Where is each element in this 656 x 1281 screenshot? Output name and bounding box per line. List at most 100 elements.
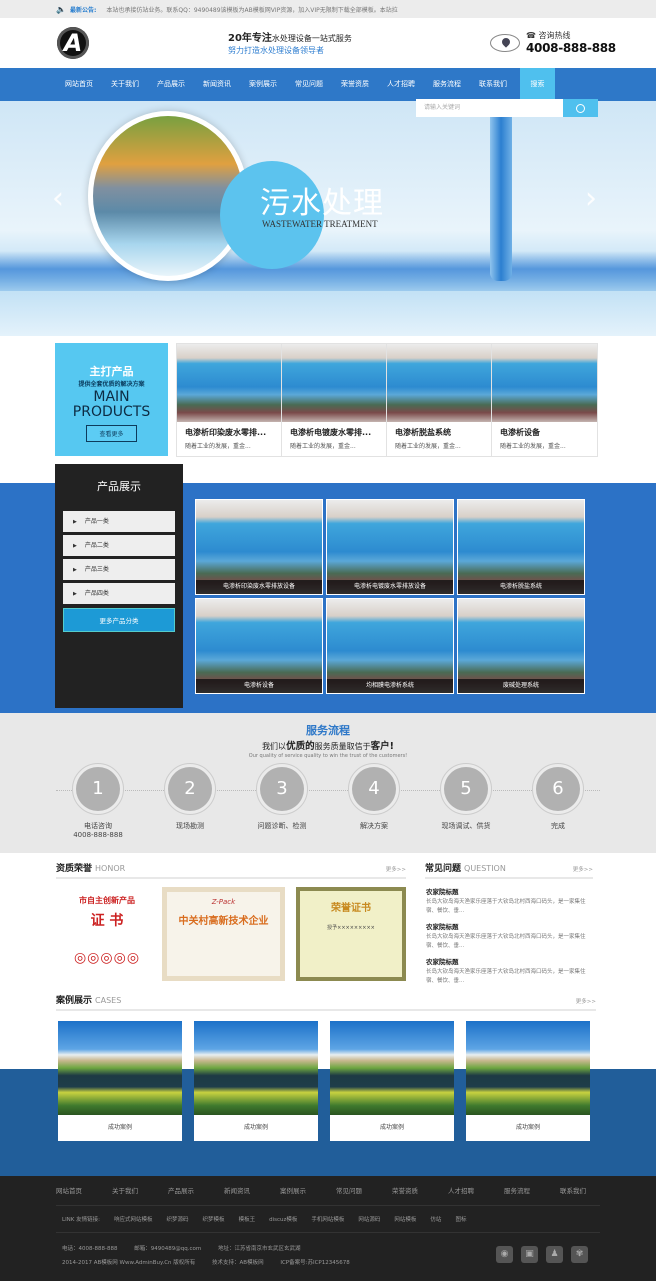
logo[interactable]: A: [57, 27, 89, 59]
product-title[interactable]: 电渗析电镀废水零排...: [282, 422, 386, 438]
product-caption[interactable]: 电渗析电镀废水零排放设备: [327, 580, 453, 594]
category-item[interactable]: ▶ 产品二类: [63, 535, 175, 556]
product-image[interactable]: [492, 344, 597, 422]
footer-nav-link[interactable]: 案例展示: [280, 1185, 306, 1195]
nav-contact[interactable]: 联系我们: [470, 68, 516, 101]
product-image[interactable]: [282, 344, 386, 422]
step-number: 5: [444, 767, 488, 811]
friend-link[interactable]: 模板王: [239, 1215, 256, 1223]
nav-news[interactable]: 新闻资讯: [194, 68, 240, 101]
wechat-icon[interactable]: ▣: [521, 1246, 538, 1263]
nav-cases[interactable]: 案例展示: [240, 68, 286, 101]
product-card[interactable]: 电渗析脱盐系统 随着工业的发展，重金...: [387, 344, 492, 456]
faq-item[interactable]: 农家院标题 长岛大钦岛海天渔家乐座落于大钦岛北村西海口码头，是一家集住宿、餐饮、垂…: [426, 886, 591, 916]
category-item[interactable]: ▶ 产品四类: [63, 583, 175, 604]
faq-question[interactable]: 农家院标题: [426, 921, 591, 931]
honor-more-link[interactable]: 更多>>: [386, 865, 406, 873]
prev-arrow-icon[interactable]: ‹: [52, 181, 64, 216]
case-title[interactable]: 成功案例: [58, 1115, 182, 1141]
category-item[interactable]: ▶ 产品一类: [63, 511, 175, 532]
nav-home[interactable]: 网站首页: [56, 68, 102, 101]
honor-faq-section: 资质荣誉 HONOR 更多>> 市自主创新产品 证 书 ◎◎◎◎◎ Z-Pack …: [0, 853, 656, 993]
product-tile[interactable]: 废碱处理系统: [457, 598, 585, 694]
footer-nav-link[interactable]: 联系我们: [560, 1185, 586, 1195]
product-card[interactable]: 电渗析设备 随着工业的发展，重金...: [492, 344, 597, 456]
qq-icon[interactable]: ♟: [546, 1246, 563, 1263]
friend-link[interactable]: 图标: [455, 1215, 466, 1223]
case-title[interactable]: 成功案例: [466, 1115, 590, 1141]
product-tile[interactable]: 电渗析设备: [195, 598, 323, 694]
product-caption[interactable]: 电渗析设备: [196, 679, 322, 693]
product-caption[interactable]: 废碱处理系统: [458, 679, 584, 693]
case-image[interactable]: [466, 1021, 590, 1115]
friend-link[interactable]: 仿站: [430, 1215, 441, 1223]
search-input[interactable]: 请输入关键词: [416, 99, 563, 117]
cases-title: 案例展示: [56, 996, 93, 1006]
footer-nav-link[interactable]: 产品展示: [168, 1185, 194, 1195]
footer-nav-link[interactable]: 关于我们: [112, 1185, 138, 1195]
product-title[interactable]: 电渗析脱盐系统: [387, 422, 491, 438]
product-title[interactable]: 电渗析设备: [492, 422, 597, 438]
case-image[interactable]: [58, 1021, 182, 1115]
product-tile[interactable]: 电渗析电镀废水零排放设备: [326, 499, 454, 595]
nav-jobs[interactable]: 人才招聘: [378, 68, 424, 101]
nav-honor[interactable]: 荣誉资质: [332, 68, 378, 101]
footer-nav-link[interactable]: 服务流程: [504, 1185, 530, 1195]
friend-link[interactable]: 响应式网站模板: [114, 1215, 153, 1223]
process-title: 服务流程: [306, 724, 350, 737]
product-image[interactable]: [387, 344, 491, 422]
friend-link[interactable]: 网站模板: [394, 1215, 416, 1223]
search-button[interactable]: [563, 99, 598, 117]
product-caption[interactable]: 电渗析脱盐系统: [458, 580, 584, 594]
case-image[interactable]: [194, 1021, 318, 1115]
nav-products[interactable]: 产品展示: [148, 68, 194, 101]
certificate-image[interactable]: 市自主创新产品 证 书 ◎◎◎◎◎: [56, 887, 158, 981]
case-title[interactable]: 成功案例: [194, 1115, 318, 1141]
cert-line1: 市自主创新产品: [79, 896, 135, 905]
paw-icon[interactable]: ✾: [571, 1246, 588, 1263]
friend-link[interactable]: 织梦源码: [167, 1215, 189, 1223]
product-card[interactable]: 电渗析印染废水零排... 随着工业的发展，重金...: [177, 344, 282, 456]
certificate-image[interactable]: Z-Pack 中关村高新技术企业: [162, 887, 285, 981]
case-card[interactable]: 成功案例: [330, 1021, 454, 1141]
footer-nav-link[interactable]: 常见问题: [336, 1185, 362, 1195]
product-caption[interactable]: 电渗析印染废水零排放设备: [196, 580, 322, 594]
footer-nav-link[interactable]: 新闻资讯: [224, 1185, 250, 1195]
view-more-button[interactable]: 查看更多: [86, 425, 137, 442]
product-tile[interactable]: 均相膜电渗析系统: [326, 598, 454, 694]
product-caption[interactable]: 均相膜电渗析系统: [327, 679, 453, 693]
footer-nav-link[interactable]: 人才招聘: [448, 1185, 474, 1195]
case-card[interactable]: 成功案例: [466, 1021, 590, 1141]
case-card[interactable]: 成功案例: [194, 1021, 318, 1141]
friend-link[interactable]: 织梦模板: [203, 1215, 225, 1223]
faq-item[interactable]: 农家院标题 长岛大钦岛海天渔家乐座落于大钦岛北村西海口码头，是一家集住宿、餐饮、垂…: [426, 921, 591, 951]
case-title[interactable]: 成功案例: [330, 1115, 454, 1141]
product-tile[interactable]: 电渗析脱盐系统: [457, 499, 585, 595]
category-item[interactable]: ▶ 产品三类: [63, 559, 175, 580]
product-card[interactable]: 电渗析电镀废水零排... 随着工业的发展，重金...: [282, 344, 387, 456]
friend-link[interactable]: 网站源码: [358, 1215, 380, 1223]
process-step: 3 问题诊断、检测: [236, 763, 328, 839]
more-categories-button[interactable]: 更多产品分类: [63, 608, 175, 632]
product-tile[interactable]: 电渗析印染废水零排放设备: [195, 499, 323, 595]
nav-faq[interactable]: 常见问题: [286, 68, 332, 101]
faq-question[interactable]: 农家院标题: [426, 956, 591, 966]
friend-link[interactable]: 手机网站模板: [311, 1215, 344, 1223]
nav-about[interactable]: 关于我们: [102, 68, 148, 101]
friend-link[interactable]: discuz模板: [269, 1215, 297, 1223]
nav-search[interactable]: 搜索: [520, 68, 555, 101]
certificate-image[interactable]: 荣誉证书 授予×××××××××: [296, 887, 406, 981]
cases-more-link[interactable]: 更多>>: [576, 997, 596, 1005]
faq-question[interactable]: 农家院标题: [426, 886, 591, 896]
footer-nav-link[interactable]: 网站首页: [56, 1185, 82, 1195]
weibo-icon[interactable]: ◉: [496, 1246, 513, 1263]
case-image[interactable]: [330, 1021, 454, 1115]
footer-nav-link[interactable]: 荣誉资质: [392, 1185, 418, 1195]
product-image[interactable]: [177, 344, 281, 422]
faq-more-link[interactable]: 更多>>: [573, 865, 593, 873]
product-title[interactable]: 电渗析印染废水零排...: [177, 422, 281, 438]
next-arrow-icon[interactable]: ›: [585, 181, 597, 216]
nav-process[interactable]: 服务流程: [424, 68, 470, 101]
faq-item[interactable]: 农家院标题 长岛大钦岛海天渔家乐座落于大钦岛北村西海口码头，是一家集住宿、餐饮、垂…: [426, 956, 591, 986]
case-card[interactable]: 成功案例: [58, 1021, 182, 1141]
